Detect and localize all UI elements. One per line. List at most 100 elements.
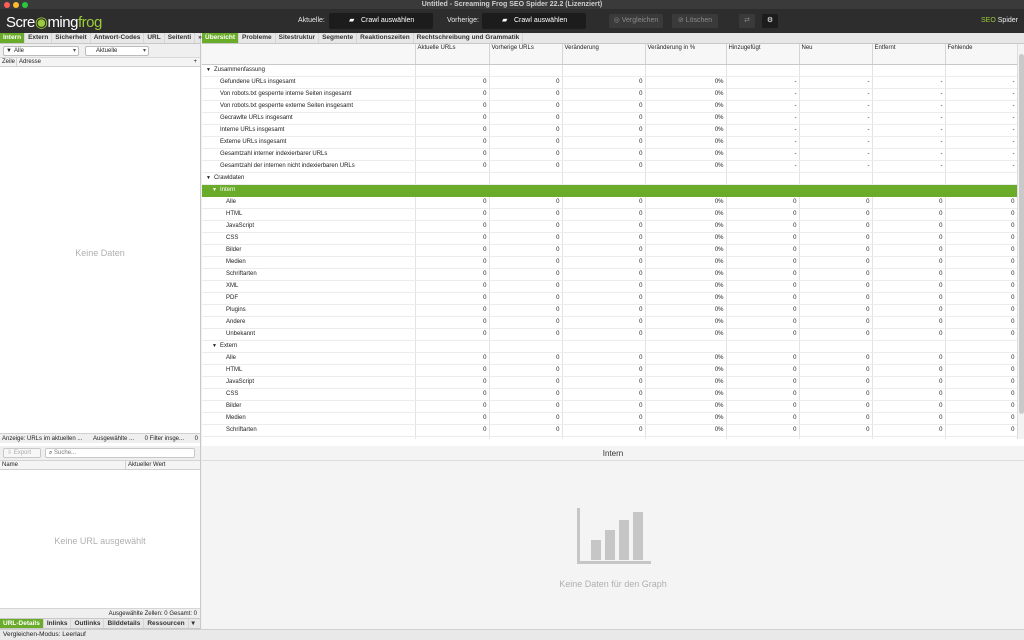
value-cell: 0 (562, 400, 646, 413)
table-row[interactable]: HTML 0 0 0 0% 0 0 0 0 (202, 208, 1017, 221)
expand-triangle-icon[interactable]: ▼ (212, 343, 217, 349)
more-details-tabs-icon[interactable]: ▾ (189, 619, 198, 628)
value-cell: 0 (872, 436, 946, 439)
tab-probleme[interactable]: Probleme (239, 33, 276, 43)
value-cell (726, 64, 800, 77)
col-header-row[interactable]: Zeile (2, 59, 15, 65)
previous-crawl-select[interactable]: ▰ Crawl auswählen (482, 13, 586, 29)
value-cell (872, 64, 946, 77)
table-row[interactable]: Gesamtzahl der internen nicht indexierba… (202, 160, 1017, 173)
search-input[interactable]: ⌕ Suche... (45, 448, 195, 458)
tab-sitestruktur[interactable]: Sitestruktur (276, 33, 320, 43)
table-row[interactable]: Von robots.txt gesperrte externe Seiten … (202, 100, 1017, 113)
col-header-2[interactable]: Vorherige URLs (489, 44, 563, 65)
tab-url[interactable]: URL (144, 33, 165, 43)
col-header-current-value[interactable]: Aktueller Wert (125, 461, 166, 470)
table-row[interactable]: Schriftarten 0 0 0 0% 0 0 0 0 (202, 268, 1017, 281)
col-header-1[interactable]: Aktuelle URLs (415, 44, 490, 65)
col-header-3[interactable]: Veränderung (562, 44, 646, 65)
scrollbar-thumb[interactable] (1019, 54, 1024, 414)
expand-triangle-icon[interactable]: ▼ (212, 187, 217, 193)
close-window-button[interactable] (4, 1, 10, 8)
row-label: JavaScript (226, 379, 255, 385)
row-label-cell: Alle (202, 196, 416, 209)
section-row[interactable]: ▼ Zusammenfassung (202, 64, 1017, 77)
table-row[interactable]: HTML 0 0 0 0% 0 0 0 0 (202, 364, 1017, 377)
section-row[interactable]: ▼ Crawldaten (202, 172, 1017, 185)
table-row[interactable]: Externe URLs insgesamt 0 0 0 0% - - - - (202, 136, 1017, 149)
gear-icon: ⚙ (766, 17, 774, 24)
col-header-4[interactable]: Veränderung in % (645, 44, 727, 65)
vertical-scrollbar[interactable] (1017, 44, 1024, 439)
col-header-address[interactable]: Adresse (16, 58, 41, 67)
col-header-8[interactable]: Fehlende (945, 44, 1017, 65)
table-row[interactable]: Plugins 0 0 0 0% 0 0 0 0 (202, 304, 1017, 317)
col-header-6[interactable]: Neu (799, 44, 873, 65)
empty-state-text: Keine Daten (75, 248, 125, 258)
table-row[interactable]: Gefundene URLs insgesamt 0 0 0 0% - - - - (202, 76, 1017, 89)
table-row[interactable]: Bilder 0 0 0 0% 0 0 0 0 (202, 244, 1017, 257)
compare-icon: ◎ (613, 17, 622, 24)
tab-uebersicht[interactable]: Übersicht (202, 33, 239, 43)
tab-ressourcen[interactable]: Ressourcen (144, 619, 189, 628)
current-crawl-select[interactable]: ▰ Crawl auswählen (329, 13, 433, 29)
tab-extern[interactable]: Extern (25, 33, 53, 43)
tab-bilddetails[interactable]: Bilddetails (104, 619, 145, 628)
value-cell: 0 (726, 292, 800, 305)
table-row[interactable]: Schriftarten 0 0 0 0% 0 0 0 0 (202, 424, 1017, 437)
table-row[interactable]: XML0000%0000 (202, 436, 1017, 439)
table-row[interactable]: Gesamtzahl interner indexierbarer URLs 0 0… (202, 148, 1017, 161)
tab-url-details[interactable]: URL-Details (0, 619, 44, 628)
table-row[interactable]: JavaScript 0 0 0 0% 0 0 0 0 (202, 376, 1017, 389)
export-button[interactable]: ⇩ Export (3, 448, 41, 458)
col-header-0[interactable] (202, 44, 416, 65)
value-cell: - (726, 76, 800, 89)
table-row[interactable]: Gecrawlte URLs insgesamt 0 0 0 0% - - - - (202, 112, 1017, 125)
table-row[interactable]: JavaScript 0 0 0 0% 0 0 0 0 (202, 220, 1017, 233)
tab-inlinks[interactable]: Inlinks (44, 619, 72, 628)
table-row[interactable]: Bilder 0 0 0 0% 0 0 0 0 (202, 400, 1017, 413)
tab-sicherheit[interactable]: Sicherheit (52, 33, 91, 43)
table-row[interactable]: Von robots.txt gesperrte interne Seiten … (202, 88, 1017, 101)
filter-dropdown[interactable]: ▼ Alle (3, 45, 79, 56)
table-row[interactable]: CSS 0 0 0 0% 0 0 0 0 (202, 232, 1017, 245)
settings-button[interactable]: ⚙ (762, 14, 778, 28)
table-row[interactable]: PDF 0 0 0 0% 0 0 0 0 (202, 292, 1017, 305)
value-cell: 0 (489, 400, 563, 413)
table-row[interactable]: Interne URLs insgesamt 0 0 0 0% - - - - (202, 124, 1017, 137)
table-row[interactable]: Alle 0 0 0 0% 0 0 0 0 (202, 352, 1017, 365)
section-row[interactable]: ▼ Intern (202, 184, 1017, 197)
tab-seitentitel[interactable]: Seitenti (165, 33, 196, 43)
table-row[interactable]: Unbekannt 0 0 0 0% 0 0 0 0 (202, 328, 1017, 341)
tab-intern[interactable]: Intern (0, 33, 26, 43)
table-row[interactable]: Medien 0 0 0 0% 0 0 0 0 (202, 256, 1017, 269)
expand-triangle-icon[interactable]: ▼ (206, 67, 211, 73)
maximize-window-button[interactable] (22, 1, 28, 8)
tab-outlinks[interactable]: Outlinks (71, 619, 105, 628)
tab-segmente[interactable]: Segmente (319, 33, 358, 43)
delete-button[interactable]: ⊘ Löschen (672, 14, 718, 28)
table-row[interactable]: Medien 0 0 0 0% 0 0 0 0 (202, 412, 1017, 425)
tab-reaktionszeiten[interactable]: Reaktionszeiten (357, 33, 414, 43)
table-row[interactable]: Andere 0 0 0 0% 0 0 0 0 (202, 316, 1017, 329)
add-column-icon[interactable]: + (193, 58, 197, 67)
table-row[interactable]: CSS 0 0 0 0% 0 0 0 0 (202, 388, 1017, 401)
tab-antwort-codes[interactable]: Antwort-Codes (91, 33, 145, 43)
value-cell: - (726, 124, 800, 137)
expand-triangle-icon[interactable]: ▼ (206, 175, 211, 181)
swap-button[interactable]: ⇄ (739, 14, 755, 28)
value-cell: 0 (489, 268, 563, 281)
table-row[interactable]: Alle 0 0 0 0% 0 0 0 0 (202, 196, 1017, 209)
details-tab-bar: URL-Details Inlinks Outlinks Bilddetails… (0, 618, 200, 629)
compare-button[interactable]: ◎ Vergleichen (609, 14, 663, 28)
col-header-name[interactable]: Name (2, 462, 18, 468)
col-header-7[interactable]: Entfernt (872, 44, 946, 65)
col-header-5[interactable]: Hinzugefügt (726, 44, 800, 65)
minimize-window-button[interactable] (13, 1, 19, 8)
value-cell: 0 (562, 412, 646, 425)
section-row[interactable]: ▼ Extern (202, 340, 1017, 353)
table-row[interactable]: XML0000%0000 (202, 280, 1017, 293)
value-cell: 0 (945, 424, 1017, 437)
tab-rechtschreibung[interactable]: Rechtschreibung und Grammatik (414, 33, 524, 43)
mode-dropdown[interactable]: Aktuelle (85, 45, 149, 56)
